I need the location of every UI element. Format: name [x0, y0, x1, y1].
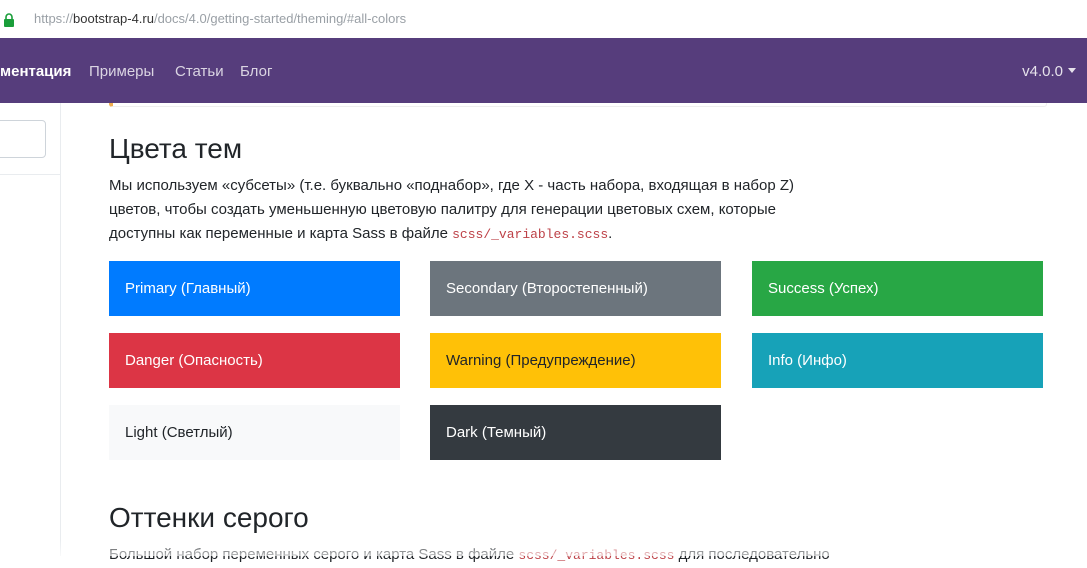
url-protocol: https:// [34, 11, 74, 26]
theme-colors-description: Мы используем «субсеты» (т.е. буквально … [109, 174, 869, 247]
browser-url-bar[interactable]: https://bootstrap-4.ru/docs/4.0/getting-… [0, 0, 1087, 39]
swatch-label: Primary (Главный) [125, 280, 251, 297]
section-title-theme-colors: Цвета тем [109, 133, 243, 164]
swatch-label: Dark (Темный) [446, 424, 547, 441]
nav-item-articles[interactable]: Статьи [175, 63, 224, 80]
swatch-success: Success (Успех) [752, 261, 1043, 316]
swatch-label: Danger (Опасность) [125, 352, 263, 369]
swatch-warning: Warning (Предупреждение) [430, 333, 721, 388]
url-text[interactable]: https://bootstrap-4.ru/docs/4.0/getting-… [34, 11, 406, 26]
swatch-primary: Primary (Главный) [109, 261, 400, 316]
top-navbar: ментация Примеры Статьи Блог v4.0.0 [0, 38, 1087, 103]
swatch-label: Info (Инфо) [768, 352, 847, 369]
lock-icon [4, 13, 14, 27]
description-text: Большой набор переменных серого и карта … [109, 546, 519, 563]
swatch-secondary: Secondary (Второстепенный) [430, 261, 721, 316]
variables-file-code: scss/_variables.scss [452, 227, 609, 242]
swatch-danger: Danger (Опасность) [109, 333, 400, 388]
sidebar-search-input[interactable] [0, 120, 46, 158]
callout-box [109, 103, 1047, 107]
nav-item-blog[interactable]: Блог [240, 63, 272, 80]
nav-item-examples[interactable]: Примеры [89, 63, 154, 80]
swatch-light: Light (Светлый) [109, 405, 400, 460]
chevron-down-icon [1068, 68, 1076, 73]
sidebar-divider [0, 174, 60, 175]
swatch-label: Light (Светлый) [125, 424, 233, 441]
url-host: bootstrap-4.ru [73, 11, 154, 26]
swatch-label: Warning (Предупреждение) [446, 352, 636, 369]
swatch-info: Info (Инфо) [752, 333, 1043, 388]
description-line: Мы используем «субсеты» (т.е. буквально … [109, 177, 795, 194]
section-title-grays: Оттенки серого [109, 502, 309, 533]
description-line: цветов, чтобы создать уменьшенную цветов… [109, 201, 776, 218]
version-dropdown[interactable]: v4.0.0 [1022, 63, 1076, 80]
description-text: доступны как переменные и карта Sass в ф… [109, 225, 453, 242]
url-path: /docs/4.0/getting-started/theming/#all-c… [153, 11, 407, 26]
nav-item-docs[interactable]: ментация [0, 63, 71, 80]
version-label: v4.0.0 [1022, 63, 1063, 80]
swatch-dark: Dark (Темный) [430, 405, 721, 460]
sidebar [0, 103, 61, 556]
description-text: для последовательно [674, 546, 830, 563]
description-line: доступны как переменные и карта Sass в ф… [109, 222, 869, 247]
swatch-label: Success (Успех) [768, 280, 879, 297]
swatch-label: Secondary (Второстепенный) [446, 280, 648, 297]
description-text: . [608, 225, 613, 242]
